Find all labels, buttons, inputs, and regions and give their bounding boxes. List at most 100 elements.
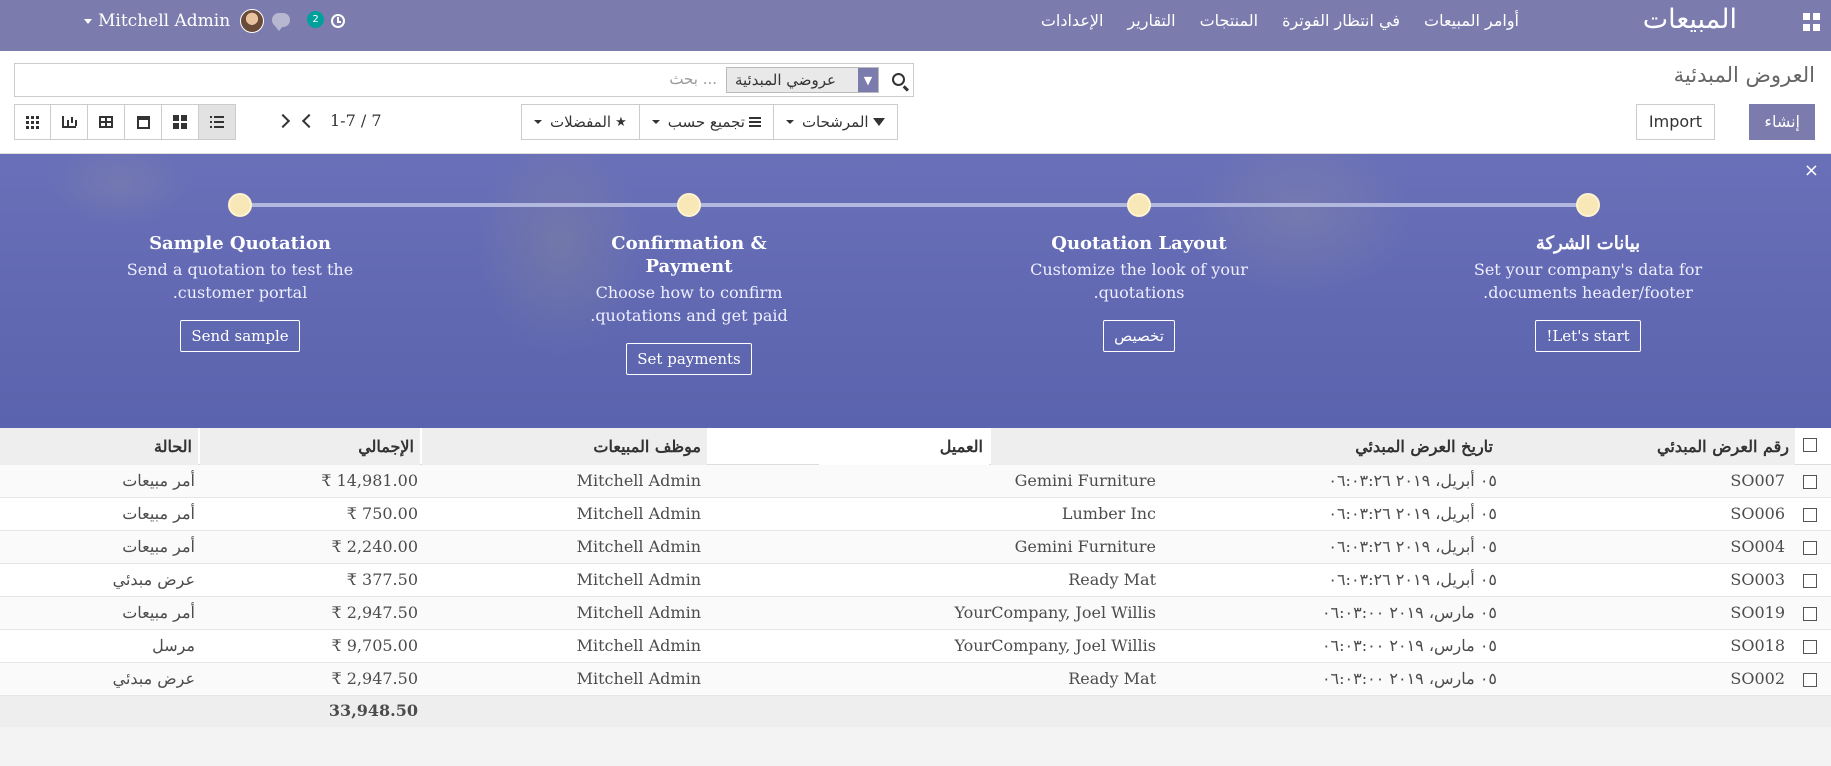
step-desc: Set your company's data for documents he…: [1473, 260, 1703, 302]
header-total[interactable]: الإجمالي: [200, 428, 420, 465]
avatar: [240, 9, 265, 33]
cell-salesperson: Mitchell Admin: [576, 636, 701, 655]
table-row[interactable]: SO003 ٠٥ أبريل، ٢٠١٩ ٠٦:٠٣:٢٦ Ready Mat …: [0, 564, 1831, 597]
chat-icon[interactable]: [272, 13, 290, 31]
cell-number: SO004: [1730, 537, 1785, 556]
table-row[interactable]: SO018 ٠٥ مارس، ٢٠١٩ ٠٦:٠٣:٠٠ YourCompany…: [0, 630, 1831, 663]
step-dot: [1576, 193, 1600, 217]
pager: 1-7 / 7: [275, 111, 382, 130]
customize-button[interactable]: تخصيص: [1103, 320, 1175, 352]
filter-icon: ▼: [858, 68, 878, 92]
menu-to-invoice[interactable]: في انتظار الفوترة: [1282, 11, 1400, 30]
cell-date: ٠٥ مارس، ٢٠١٩ ٠٦:٠٣:٠٠: [1321, 669, 1497, 688]
cell-total: ₹ 14,981.00: [321, 471, 418, 490]
table-row[interactable]: SO019 ٠٥ مارس، ٢٠١٩ ٠٦:٠٣:٠٠ YourCompany…: [0, 597, 1831, 630]
graph-view-button[interactable]: [51, 104, 88, 140]
row-checkbox[interactable]: [1803, 541, 1817, 555]
onboarding-banner: × بيانات الشركة Set your company's data …: [0, 154, 1831, 428]
filters-label: المرشحات: [801, 113, 869, 131]
search-bar[interactable]: عروضي المبدئية ▼ بحث ...: [14, 63, 914, 97]
row-checkbox[interactable]: [1803, 475, 1817, 489]
row-checkbox[interactable]: [1803, 607, 1817, 621]
favorites-button[interactable]: المفضلات ★: [521, 104, 640, 140]
cell-total: ₹ 2,947.50: [331, 669, 418, 688]
import-button[interactable]: Import: [1635, 104, 1715, 140]
table-row[interactable]: SO007 ٠٥ أبريل، ٢٠١٩ ٠٦:٠٣:٢٦ Gemini Fur…: [0, 465, 1831, 498]
pivot-view-button[interactable]: [88, 104, 125, 140]
lets-start-button[interactable]: Let's start!: [1535, 320, 1641, 352]
cell-state: عرض مبدئي: [112, 570, 195, 589]
clock-icon[interactable]: [331, 14, 345, 28]
cell-total: ₹ 2,947.50: [331, 603, 418, 622]
search-icon[interactable]: [892, 73, 905, 86]
menu-sales-orders[interactable]: أوامر المبيعات: [1424, 11, 1519, 30]
cell-customer: YourCompany, Joel Willis: [954, 603, 1156, 622]
header-state[interactable]: الحالة: [0, 428, 198, 465]
set-payments-button[interactable]: Set payments: [626, 343, 752, 375]
send-sample-button[interactable]: Send sample: [180, 320, 300, 352]
cell-total: ₹ 9,705.00: [331, 636, 418, 655]
user-name: Mitchell Admin: [98, 11, 231, 31]
bar-chart-icon: [62, 116, 76, 128]
cell-state: أمر مبيعات: [122, 471, 195, 490]
search-facet[interactable]: عروضي المبدئية ▼: [725, 67, 879, 93]
cell-salesperson: Mitchell Admin: [576, 669, 701, 688]
row-checkbox[interactable]: [1803, 673, 1817, 687]
calendar-view-button[interactable]: [125, 104, 162, 140]
cell-customer: Lumber Inc: [1061, 504, 1156, 523]
apps-grid-icon[interactable]: [1803, 13, 1821, 31]
list-view-button[interactable]: [199, 104, 236, 140]
chevron-right-icon[interactable]: [275, 113, 291, 128]
search-options: المفضلات ★ تجميع حسب المرشحات: [521, 104, 898, 140]
table-icon: [99, 116, 113, 128]
table-row[interactable]: SO004 ٠٥ أبريل، ٢٠١٩ ٠٦:٠٣:٢٦ Gemini Fur…: [0, 531, 1831, 564]
groupby-button[interactable]: تجميع حسب: [639, 104, 774, 140]
progress-track: [240, 203, 1588, 207]
select-all-checkbox[interactable]: [1803, 438, 1817, 452]
cell-number: SO018: [1730, 636, 1785, 655]
step-title: Confirmation & Payment: [611, 233, 767, 277]
table-row[interactable]: SO002 ٠٥ مارس، ٢٠١٩ ٠٦:٠٣:٠٠ Ready Mat M…: [0, 663, 1831, 696]
chevron-down-icon: [785, 120, 794, 124]
row-checkbox[interactable]: [1803, 640, 1817, 654]
step-title: بيانات الشركة: [1535, 233, 1641, 254]
cell-state: أمر مبيعات: [122, 504, 195, 523]
user-menu[interactable]: Mitchell Admin: [84, 9, 265, 33]
cell-customer: YourCompany, Joel Willis: [954, 636, 1156, 655]
page-title: العروض المبدئية: [1673, 63, 1815, 87]
table-row[interactable]: SO006 ٠٥ أبريل، ٢٠١٩ ٠٦:٠٣:٢٦ Lumber Inc…: [0, 498, 1831, 531]
step-confirmation-payment: Confirmation & Payment Choose how to con…: [554, 232, 824, 375]
header-salesperson[interactable]: موظف المبيعات: [422, 428, 707, 465]
activity-view-button[interactable]: [14, 104, 51, 140]
menu-reporting[interactable]: التقارير: [1127, 11, 1175, 30]
chevron-down-icon: [651, 120, 660, 124]
kanban-view-button[interactable]: [162, 104, 199, 140]
cell-date: ٠٥ مارس، ٢٠١٩ ٠٦:٠٣:٠٠: [1321, 636, 1497, 655]
menu-configuration[interactable]: الإعدادات: [1041, 11, 1104, 30]
step-title: Quotation Layout: [1051, 233, 1227, 254]
header-customer[interactable]: العميل: [819, 428, 989, 465]
header-date[interactable]: تاريخ العرض المبدئي: [991, 428, 1499, 465]
pager-value[interactable]: 1-7 / 7: [330, 111, 382, 130]
create-button[interactable]: إنشاء: [1749, 104, 1815, 140]
kanban-icon: [173, 115, 187, 129]
list-icon: [210, 116, 224, 128]
row-checkbox[interactable]: [1803, 574, 1817, 588]
cell-state: مرسل: [152, 636, 195, 655]
chevron-left-icon[interactable]: [301, 113, 317, 128]
cell-date: ٠٥ أبريل، ٢٠١٩ ٠٦:٠٣:٢٦: [1328, 537, 1497, 556]
step-sample-quotation: Sample Quotation Send a quotation to tes…: [105, 232, 375, 352]
menu-products[interactable]: المنتجات: [1200, 11, 1259, 30]
close-icon[interactable]: ×: [1804, 160, 1819, 181]
cell-date: ٠٥ مارس، ٢٠١٩ ٠٦:٠٣:٠٠: [1321, 603, 1497, 622]
app-brand[interactable]: المبيعات: [1643, 4, 1737, 35]
row-checkbox[interactable]: [1803, 508, 1817, 522]
funnel-icon: [872, 118, 885, 126]
chevron-down-icon: [534, 120, 542, 124]
calendar-icon: [136, 115, 150, 129]
search-input[interactable]: بحث ...: [669, 70, 717, 88]
cell-salesperson: Mitchell Admin: [576, 537, 701, 556]
filters-button[interactable]: المرشحات: [773, 104, 898, 140]
cell-number: SO019: [1730, 603, 1785, 622]
step-desc: Customize the look of your quotations.: [1030, 260, 1248, 302]
